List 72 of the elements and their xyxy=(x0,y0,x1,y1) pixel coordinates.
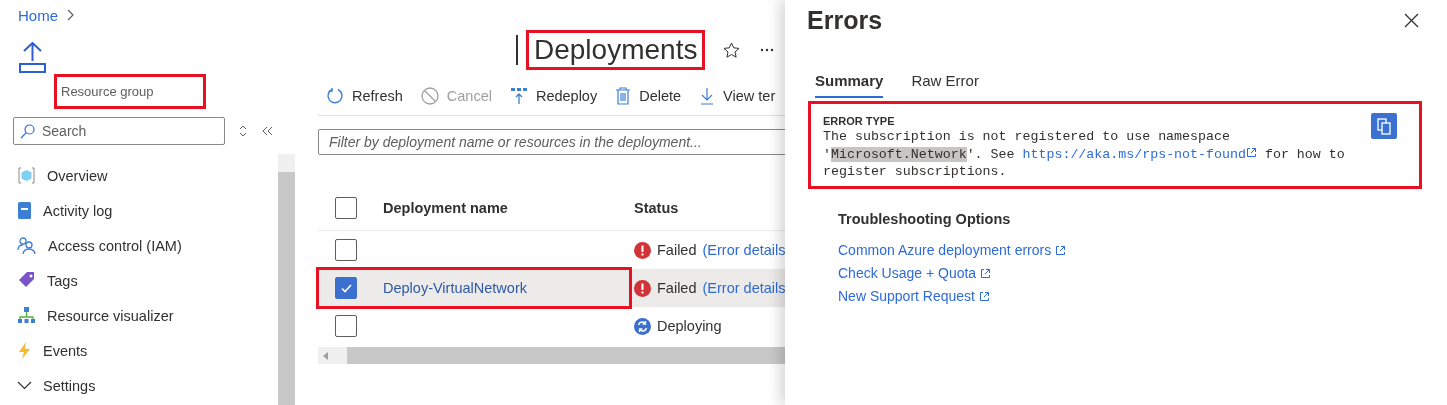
scrollbar[interactable] xyxy=(278,154,295,405)
copy-button[interactable] xyxy=(1371,113,1397,139)
checkbox[interactable] xyxy=(335,315,357,337)
section-heading: Troubleshooting Options xyxy=(838,210,1012,227)
close-icon[interactable] xyxy=(1404,12,1419,28)
external-link-icon xyxy=(1245,146,1257,158)
horizontal-scrollbar[interactable] xyxy=(318,347,785,364)
nav-item[interactable]: Tags xyxy=(0,263,278,298)
checkbox[interactable] xyxy=(335,196,357,219)
column-header[interactable]: Status xyxy=(634,199,679,216)
panel-title: Errors xyxy=(807,5,883,35)
chevron-icon xyxy=(66,9,74,21)
cube-icon xyxy=(17,166,36,185)
trash-icon xyxy=(615,86,632,105)
search-icon xyxy=(20,124,35,139)
sync-icon xyxy=(634,317,651,335)
table-row[interactable]: Failed (Error details xyxy=(318,231,785,269)
checkbox[interactable] xyxy=(335,239,357,261)
toolbar-button[interactable]: View ter xyxy=(699,86,776,105)
collapse-icon[interactable] xyxy=(261,126,273,136)
deployment-link[interactable]: Deploy-VirtualNetwork xyxy=(383,280,527,296)
external-link-icon xyxy=(1055,244,1067,256)
download-icon xyxy=(699,86,716,105)
lightning-icon xyxy=(17,341,32,360)
status-text: Deploying xyxy=(657,318,722,334)
check-icon xyxy=(340,283,352,293)
help-link[interactable]: New Support Request xyxy=(838,284,990,308)
error-icon xyxy=(634,241,651,259)
refresh-icon xyxy=(326,86,344,105)
hierarchy-icon xyxy=(17,306,36,325)
nav-item[interactable]: Activity log xyxy=(0,193,278,228)
more-icon[interactable] xyxy=(760,48,775,52)
status-text: Failed xyxy=(657,242,697,258)
filter-field[interactable]: Filter by deployment name or resources in the deployment... xyxy=(318,129,785,155)
nav-item[interactable]: Settings xyxy=(0,368,278,403)
error-details-link[interactable]: (Error details xyxy=(702,280,785,296)
error-type-label: ERROR TYPE xyxy=(823,115,896,127)
table-row[interactable]: Deploy-VirtualNetwork Failed (Error details xyxy=(318,269,785,307)
column-header[interactable]: Deployment name xyxy=(383,199,508,216)
nav-item[interactable]: Events xyxy=(0,333,278,368)
star-icon[interactable] xyxy=(723,41,741,59)
checkbox[interactable] xyxy=(335,277,357,299)
nav-item[interactable]: Resource visualizer xyxy=(0,298,278,333)
toolbar-button[interactable]: Redeploy xyxy=(509,86,598,105)
toolbar-button[interactable]: Delete xyxy=(615,86,682,105)
help-link[interactable]: Check Usage + Quota xyxy=(838,261,992,285)
page-title: Deployments xyxy=(528,32,704,68)
tab[interactable]: Raw Error xyxy=(911,72,979,98)
status-text: Failed xyxy=(657,280,697,296)
log-icon xyxy=(17,201,32,220)
error-icon xyxy=(634,279,651,297)
redeploy-icon xyxy=(509,86,528,105)
toolbar-button[interactable]: Refresh xyxy=(326,86,403,105)
search-field[interactable]: Search xyxy=(13,117,225,145)
help-link[interactable]: Common Azure deployment errors xyxy=(838,238,1067,262)
table-row[interactable]: Deploying xyxy=(318,307,785,345)
error-message: The subscription is not registered to use namespace 'Microsoft.Network'. See https://aka.ms/rps-not-found for how to register subscriptions. xyxy=(823,128,1346,181)
error-link[interactable]: https://aka.ms/rps-not-found xyxy=(1022,146,1257,162)
copy-icon xyxy=(1377,117,1391,135)
breadcrumb-link[interactable]: Home xyxy=(18,6,58,24)
tag-icon xyxy=(17,271,36,290)
external-link-icon xyxy=(978,290,990,302)
prohibited-icon xyxy=(420,86,439,105)
resource-type-label: Resource group xyxy=(56,76,204,107)
people-icon xyxy=(17,236,37,255)
external-link-icon xyxy=(980,267,992,279)
nav-item[interactable]: Access control (IAM) xyxy=(0,228,278,263)
sort-icon[interactable] xyxy=(239,125,247,137)
tab[interactable]: Summary xyxy=(815,72,884,98)
error-details-link[interactable]: (Error details xyxy=(702,242,785,258)
nav-item[interactable]: Overview xyxy=(0,158,278,193)
upload-icon xyxy=(18,42,47,74)
